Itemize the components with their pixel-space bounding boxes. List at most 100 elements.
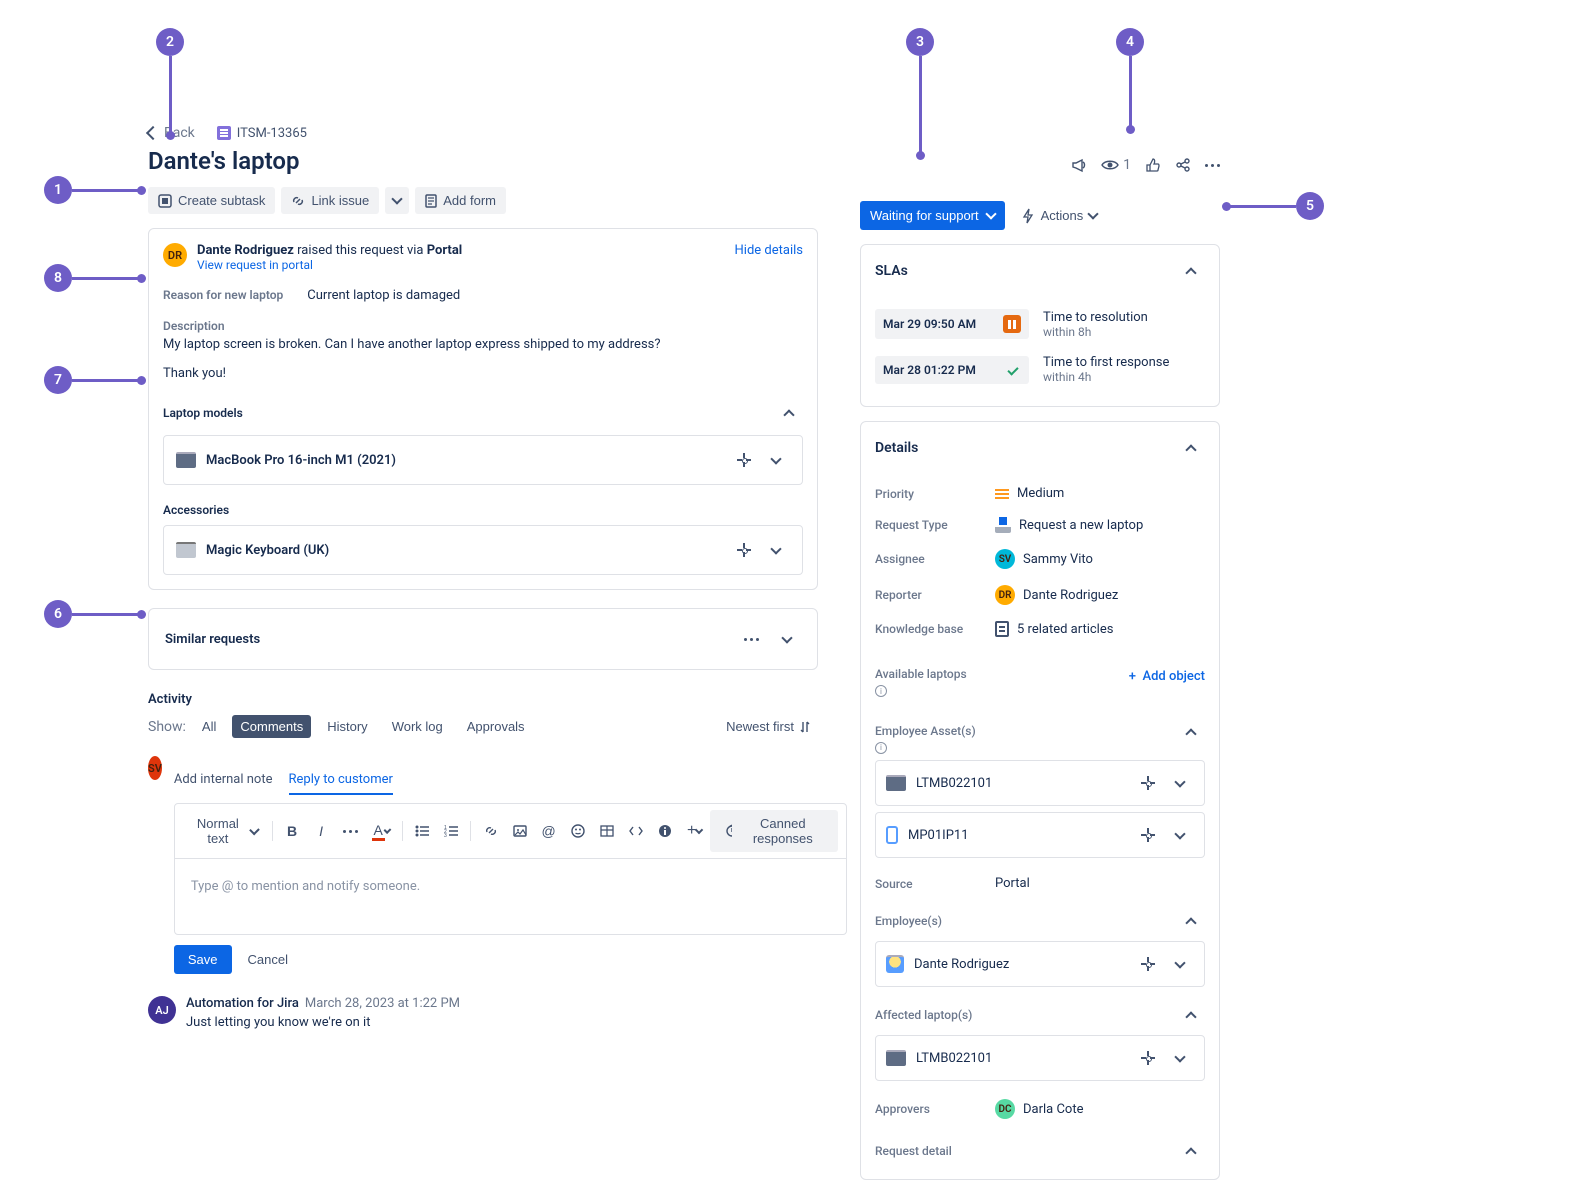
request-detail-collapse[interactable] <box>1177 1137 1205 1165</box>
callout-2: 2 <box>156 28 184 136</box>
chevron-up-icon <box>1185 917 1196 928</box>
number-list-button[interactable]: 123 <box>437 817 464 845</box>
create-subtask-button[interactable]: Create subtask <box>148 187 275 214</box>
insert-more-button[interactable]: + <box>681 817 708 845</box>
reporter-avatar: DR <box>995 585 1015 605</box>
object-expand-button[interactable] <box>762 446 790 474</box>
reporter-value[interactable]: DRDante Rodriguez <box>995 585 1118 605</box>
object-expand-button[interactable] <box>762 536 790 564</box>
object-network-button[interactable] <box>1134 769 1162 797</box>
object-network-button[interactable] <box>1134 1044 1162 1072</box>
object-expand-button[interactable] <box>1166 1044 1194 1072</box>
add-form-label: Add form <box>443 193 496 208</box>
slas-collapse[interactable] <box>1177 257 1205 285</box>
vote-button[interactable] <box>1145 157 1161 173</box>
save-button[interactable]: Save <box>174 945 232 974</box>
add-object-link[interactable]: + Add object <box>1129 669 1205 684</box>
status-dropdown[interactable]: Waiting for support <box>860 201 1005 230</box>
actions-dropdown[interactable]: Actions <box>1015 207 1104 225</box>
view-in-portal-link[interactable]: View request in portal <box>197 258 462 272</box>
asset-item[interactable]: LTMB022101 <box>875 760 1205 806</box>
affected-item[interactable]: LTMB022101 <box>875 1035 1205 1081</box>
italic-button[interactable]: I <box>308 817 335 845</box>
hide-details-link[interactable]: Hide details <box>735 243 803 258</box>
link-icon <box>291 194 305 208</box>
image-icon <box>513 824 527 838</box>
tab-comments[interactable]: Comments <box>232 715 311 738</box>
sort-toggle[interactable]: Newest first <box>718 715 818 738</box>
object-expand-button[interactable] <box>1166 769 1194 797</box>
bullet-list-button[interactable] <box>408 817 435 845</box>
network-icon <box>1141 1051 1155 1065</box>
link-icon <box>484 824 498 838</box>
feedback-button[interactable] <box>1071 157 1087 173</box>
employees-collapse[interactable] <box>1177 907 1205 935</box>
text-format-dropdown[interactable]: Normal text <box>183 816 266 846</box>
emoji-button[interactable] <box>564 817 591 845</box>
priority-value[interactable]: Medium <box>995 486 1064 501</box>
bold-button[interactable]: B <box>279 817 306 845</box>
link-issue-more-button[interactable] <box>385 187 409 214</box>
employee-item[interactable]: Dante Rodriguez <box>875 941 1205 987</box>
asset-item[interactable]: MP01IP11 <box>875 812 1205 858</box>
link-button[interactable] <box>477 817 504 845</box>
object-network-button[interactable] <box>1134 821 1162 849</box>
chevron-down-icon <box>770 453 781 464</box>
info-icon[interactable]: i <box>875 685 887 697</box>
network-icon <box>1141 957 1155 971</box>
issue-key-link[interactable]: ITSM-13365 <box>217 126 307 141</box>
raised-via-text: raised this request via <box>294 243 427 258</box>
add-form-button[interactable]: Add form <box>415 187 506 214</box>
number-list-icon: 123 <box>444 825 458 837</box>
editor-textarea[interactable]: Type @ to mention and notify someone. <box>175 859 846 934</box>
request-type-value[interactable]: Request a new laptop <box>995 517 1143 533</box>
mention-button[interactable]: @ <box>535 817 562 845</box>
assignee-value[interactable]: SVSammy Vito <box>995 549 1093 569</box>
similar-expand-button[interactable] <box>773 625 801 653</box>
more-icon <box>343 830 358 833</box>
more-format-button[interactable] <box>337 817 364 845</box>
person-icon <box>886 955 904 973</box>
tab-worklog[interactable]: Work log <box>384 715 451 738</box>
text-color-button[interactable]: A <box>366 817 396 845</box>
network-icon <box>737 453 751 467</box>
share-button[interactable] <box>1175 157 1191 173</box>
info-icon[interactable]: i <box>875 742 887 754</box>
tab-all[interactable]: All <box>194 715 224 738</box>
more-actions-button[interactable] <box>1205 157 1220 173</box>
kb-value[interactable]: 5 related articles <box>995 621 1113 637</box>
info-panel-button[interactable] <box>652 817 679 845</box>
tab-approvals[interactable]: Approvals <box>459 715 533 738</box>
sla-sub: within 4h <box>1043 370 1169 384</box>
reply-to-customer-tab[interactable]: Reply to customer <box>289 772 393 795</box>
add-internal-note-tab[interactable]: Add internal note <box>174 772 273 795</box>
employee-assets-collapse[interactable] <box>1177 719 1205 747</box>
object-network-button[interactable] <box>1134 950 1162 978</box>
image-button[interactable] <box>506 817 533 845</box>
accessory-item[interactable]: Magic Keyboard (UK) <box>163 525 803 575</box>
object-network-button[interactable] <box>730 446 758 474</box>
code-button[interactable] <box>622 817 650 845</box>
description-label: Description <box>163 319 803 333</box>
tab-history[interactable]: History <box>319 715 375 738</box>
laptop-model-item[interactable]: MacBook Pro 16-inch M1 (2021) <box>163 435 803 485</box>
callout-7: 7 <box>44 366 142 394</box>
link-issue-button[interactable]: Link issue <box>281 187 379 214</box>
watchers-button[interactable]: 1 <box>1101 157 1131 173</box>
object-network-button[interactable] <box>730 536 758 564</box>
table-button[interactable] <box>593 817 620 845</box>
show-label: Show: <box>148 719 186 735</box>
object-expand-button[interactable] <box>1166 950 1194 978</box>
article-icon <box>995 621 1009 637</box>
cancel-button[interactable]: Cancel <box>242 951 294 968</box>
accessories-header: Accessories <box>163 503 229 517</box>
details-collapse[interactable] <box>1177 434 1205 462</box>
affected-collapse[interactable] <box>1177 1001 1205 1029</box>
canned-responses-button[interactable]: Canned responses <box>710 810 837 852</box>
laptop-models-collapse[interactable] <box>775 399 803 427</box>
issue-key-text: ITSM-13365 <box>237 126 307 141</box>
object-expand-button[interactable] <box>1166 821 1194 849</box>
comment-author: Automation for Jira <box>186 996 299 1011</box>
similar-more-button[interactable] <box>737 625 765 653</box>
approver-value[interactable]: DCDarla Cote <box>995 1099 1084 1119</box>
